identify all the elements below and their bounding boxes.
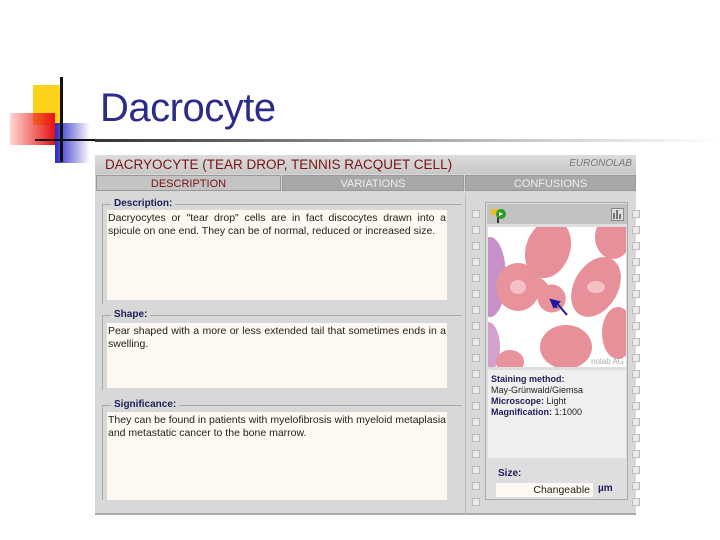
- checkbox[interactable]: [632, 338, 640, 346]
- checkbox[interactable]: [472, 322, 480, 330]
- checkbox[interactable]: [472, 242, 480, 250]
- significance-legend: Significance:: [111, 399, 180, 410]
- tab-variations[interactable]: VARIATIONS: [282, 175, 464, 191]
- checkbox[interactable]: [472, 386, 480, 394]
- header-title: DACRYOCYTE (TEAR DROP, TENNIS RACQUET CE…: [105, 157, 453, 172]
- checkbox[interactable]: [472, 482, 480, 490]
- checkbox[interactable]: [472, 258, 480, 266]
- checkbox[interactable]: [632, 498, 640, 506]
- checkbox[interactable]: [632, 258, 640, 266]
- size-field[interactable]: Changeable: [496, 483, 593, 497]
- checkbox[interactable]: [472, 498, 480, 506]
- magnification-value: 1:1000: [554, 407, 583, 417]
- chart-icon[interactable]: [611, 208, 624, 221]
- checkbox[interactable]: [472, 274, 480, 282]
- image-watermark: nolab AG: [591, 357, 624, 366]
- checkbox[interactable]: [632, 370, 640, 378]
- checkbox[interactable]: [632, 306, 640, 314]
- description-legend: Description:: [111, 198, 176, 209]
- microscope-label: Microscope:: [491, 396, 545, 406]
- blood-smear-image: nolab AG: [488, 227, 626, 367]
- description-text: Dacryocytes or "tear drop" cells are in …: [107, 210, 447, 300]
- checkbox[interactable]: [472, 306, 480, 314]
- checkbox[interactable]: [632, 434, 640, 442]
- checkbox[interactable]: [472, 226, 480, 234]
- microscope-value: Light: [546, 396, 567, 406]
- tab-confusions[interactable]: CONFUSIONS: [465, 175, 636, 191]
- checkbox[interactable]: [472, 210, 480, 218]
- slide-ornament: [0, 75, 95, 165]
- checkbox[interactable]: [472, 290, 480, 298]
- checkbox[interactable]: [632, 210, 640, 218]
- checkbox[interactable]: [632, 274, 640, 282]
- checkbox[interactable]: [472, 450, 480, 458]
- image-viewer: nolab AG Staining method: May-Grünwald/G…: [485, 202, 628, 500]
- app-header: DACRYOCYTE (TEAR DROP, TENNIS RACQUET CE…: [95, 155, 636, 174]
- checkbox[interactable]: [472, 466, 480, 474]
- slide-title: Dacrocyte: [100, 86, 276, 130]
- shape-text: Pear shaped with a more or less extended…: [107, 323, 447, 388]
- checkbox[interactable]: [632, 402, 640, 410]
- size-area: Size: Changeable µm: [488, 458, 626, 498]
- checkbox[interactable]: [632, 450, 640, 458]
- checkbox[interactable]: [472, 370, 480, 378]
- image-info: Staining method: May-Grünwald/Giemsa Mic…: [488, 370, 626, 458]
- checkbox[interactable]: [472, 354, 480, 362]
- checkbox[interactable]: [632, 290, 640, 298]
- checkbox[interactable]: [632, 242, 640, 250]
- size-label: Size:: [498, 468, 522, 479]
- flag-arrow-icon[interactable]: [489, 206, 507, 223]
- checkbox[interactable]: [632, 386, 640, 394]
- checkbox[interactable]: [632, 482, 640, 490]
- checkbox[interactable]: [632, 354, 640, 362]
- checkbox[interactable]: [472, 402, 480, 410]
- title-underline: [95, 139, 720, 142]
- checkbox[interactable]: [472, 434, 480, 442]
- tab-description[interactable]: DESCRIPTION: [96, 175, 281, 191]
- size-unit: µm: [598, 483, 613, 494]
- checkbox[interactable]: [632, 466, 640, 474]
- checkbox[interactable]: [632, 418, 640, 426]
- viewer-toolbar: [487, 204, 627, 224]
- checkbox[interactable]: [472, 338, 480, 346]
- significance-text: They can be found in patients with myelo…: [107, 412, 447, 500]
- staining-label: Staining method:: [491, 374, 565, 384]
- checkbox[interactable]: [472, 418, 480, 426]
- app-panel: DACRYOCYTE (TEAR DROP, TENNIS RACQUET CE…: [95, 155, 640, 515]
- checkbox[interactable]: [632, 226, 640, 234]
- logo: EURONOLAB: [569, 158, 632, 169]
- staining-value: May-Grünwald/Giemsa: [491, 385, 584, 395]
- magnification-label: Magnification:: [491, 407, 552, 417]
- checkbox[interactable]: [632, 322, 640, 330]
- shape-legend: Shape:: [111, 309, 151, 320]
